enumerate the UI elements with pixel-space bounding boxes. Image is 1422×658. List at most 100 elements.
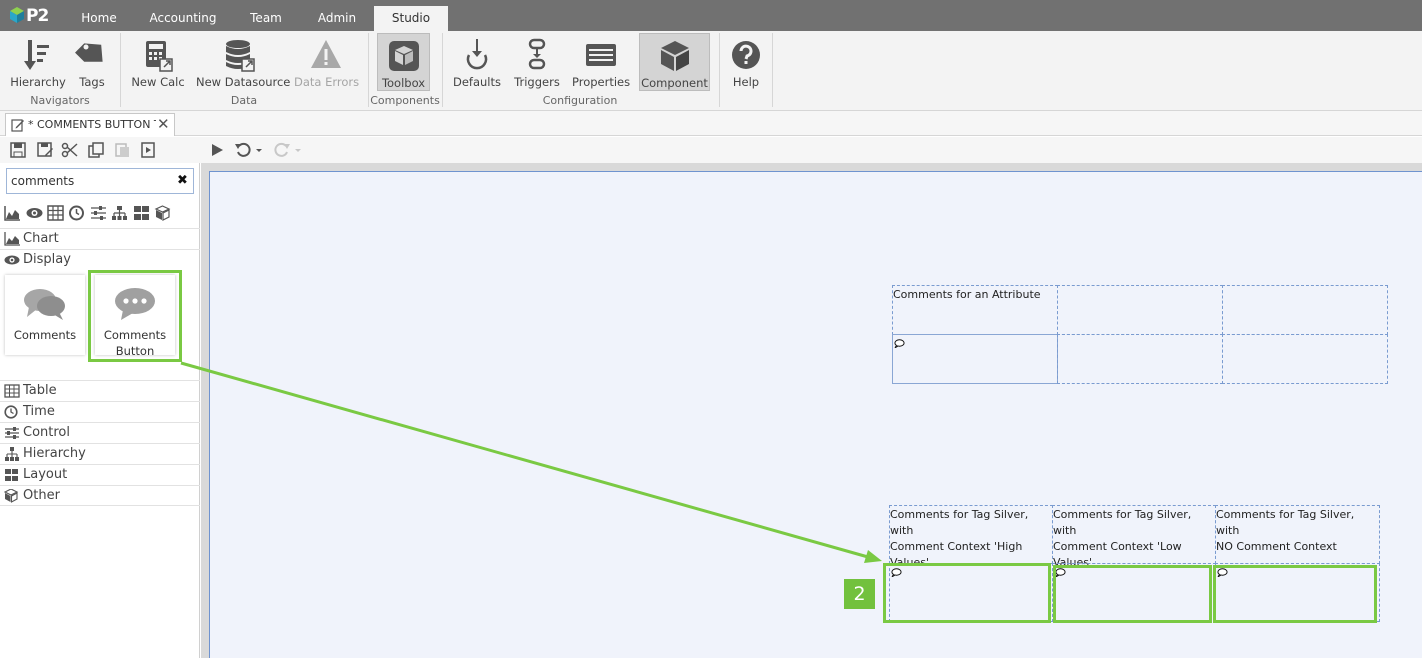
defaults-button[interactable]: Defaults [452,33,502,91]
new-calc-button[interactable]: New Calc [130,33,186,91]
warning-icon [311,40,341,68]
comment-bubble-icon[interactable] [891,568,902,577]
properties-button[interactable]: Properties [572,33,630,91]
grid-cell-tag-low-comments-button[interactable] [1052,563,1216,622]
ribbon-group-divider [719,33,720,107]
play-icon[interactable] [208,141,226,159]
redo-icon[interactable] [273,141,291,159]
toolbox-search-input[interactable] [11,172,171,190]
nav-tab-home[interactable]: Home [72,6,126,31]
comment-bubble-icon[interactable] [894,339,905,348]
data-errors-button[interactable]: Data Errors [294,33,359,91]
tag-high-label-line1: Comments for Tag Silver, with [890,508,1029,537]
nav-tab-studio[interactable]: Studio [374,6,448,31]
save-icon[interactable] [9,141,27,159]
tag-none-label-line1: Comments for Tag Silver, with [1216,508,1355,537]
layout-grid-filter-icon[interactable] [133,205,150,221]
redo-dropdown-chevron-down-icon[interactable] [293,141,303,159]
copy-icon[interactable] [87,141,105,159]
nav-tab-team[interactable]: Team [240,6,292,31]
undo-dropdown-chevron-down-icon[interactable] [254,141,264,159]
tag-none-label-line2: NO Comment Context [1216,540,1337,553]
other-cube-filter-icon[interactable] [154,205,171,221]
grid-cell-attribute-label[interactable]: Comments for an Attribute [892,285,1058,335]
paste-icon[interactable] [113,141,131,159]
category-filter-bar [0,203,200,223]
help-button-label: Help [732,75,760,89]
grid-cell-tag-none-label[interactable]: Comments for Tag Silver, with NO Comment … [1215,505,1380,564]
tags-button[interactable]: Tags [72,33,112,91]
nav-tab-admin[interactable]: Admin [312,6,362,31]
ribbon-group-divider [772,33,773,107]
category-layout[interactable]: Layout [0,464,200,485]
category-hierarchy[interactable]: Hierarchy [0,443,200,464]
table-filter-icon[interactable] [47,205,64,221]
cut-scissors-icon[interactable] [61,141,79,159]
toolbox-button-label: Toolbox [381,76,426,90]
grid-cell[interactable] [1222,334,1388,384]
category-time-label: Time [23,404,55,419]
component-button-label: Component [641,76,708,90]
edit-document-icon [11,119,24,132]
hierarchy-tree-filter-icon[interactable] [111,205,128,221]
new-calc-button-label: New Calc [131,75,185,89]
grid-cell[interactable] [1222,285,1388,335]
clock-icon [4,405,18,419]
database-icon [226,40,255,72]
top-navigation-bar: P2 Home Accounting Team Admin Studio [0,0,1422,31]
category-layout-label: Layout [23,467,68,482]
new-datasource-button[interactable]: New Datasource [196,33,291,91]
cube-icon [4,489,19,503]
grid-cell-tag-none-comments-button[interactable] [1215,563,1380,622]
clear-search-icon[interactable]: ✖ [177,173,188,188]
category-time[interactable]: Time [0,401,200,422]
display-eye-filter-icon[interactable] [26,205,43,221]
category-table[interactable]: Table [0,380,200,401]
comments-component-tile[interactable]: Comments [5,275,85,355]
help-question-icon [732,41,760,69]
component-button[interactable]: Component [639,33,710,91]
p2-logo[interactable]: P2 [8,4,56,28]
triggers-button[interactable]: Triggers [512,33,562,91]
comment-bubble-icon[interactable] [1217,568,1228,577]
group-label-configuration: Configuration [542,94,618,107]
time-clock-filter-icon[interactable] [68,205,85,221]
toolbox-panel: ✖ [0,163,200,658]
ribbon-group-divider [120,33,121,107]
grid-cell-tag-high-label[interactable]: Comments for Tag Silver, with Comment Con… [889,505,1053,569]
new-datasource-button-label: New Datasource [196,75,291,89]
calculator-icon [146,41,173,72]
category-other-label: Other [23,488,60,503]
close-icon[interactable]: ✕ [157,115,170,133]
hierarchy-button[interactable]: Hierarchy [10,33,66,91]
editor-toolbar [0,137,1422,163]
app-window: P2 Home Accounting Team Admin Studio Hie… [0,0,1422,658]
document-tab[interactable]: * COMMENTS BUTTON TUTORIAL ✕ [5,113,175,136]
save-as-icon[interactable] [36,141,54,159]
export-document-icon[interactable] [139,141,157,159]
category-display[interactable]: Display [0,249,200,270]
category-other[interactable]: Other [0,485,200,506]
comments-button-tile-label-line2: Button [115,344,155,358]
toolbox-search-box: ✖ [6,168,194,194]
comments-bubbles-icon [24,289,65,320]
toolbox-button[interactable]: Toolbox [377,33,430,91]
layout-grid-icon [5,469,18,481]
grid-cell-attribute-comments-button[interactable] [892,334,1058,384]
category-control[interactable]: Control [0,422,200,443]
comments-button-component-tile[interactable]: Comments Button [95,275,175,358]
comment-bubble-icon[interactable] [1055,568,1066,577]
chart-filter-icon[interactable] [4,205,21,221]
sliders-icon [5,427,19,439]
grid-cell[interactable] [1057,285,1223,335]
grid-cell[interactable] [1057,334,1223,384]
chart-icon [4,232,20,246]
help-button[interactable]: Help [726,33,766,91]
control-sliders-filter-icon[interactable] [90,205,107,221]
grid-cell-tag-high-comments-button[interactable] [889,563,1053,622]
nav-tab-accounting[interactable]: Accounting [146,6,220,31]
category-chart[interactable]: Chart [0,228,200,249]
grid-cell-tag-low-label[interactable]: Comments for Tag Silver, with Comment Con… [1052,505,1216,569]
step-number-badge: 2 [844,579,875,609]
undo-icon[interactable] [234,141,252,159]
